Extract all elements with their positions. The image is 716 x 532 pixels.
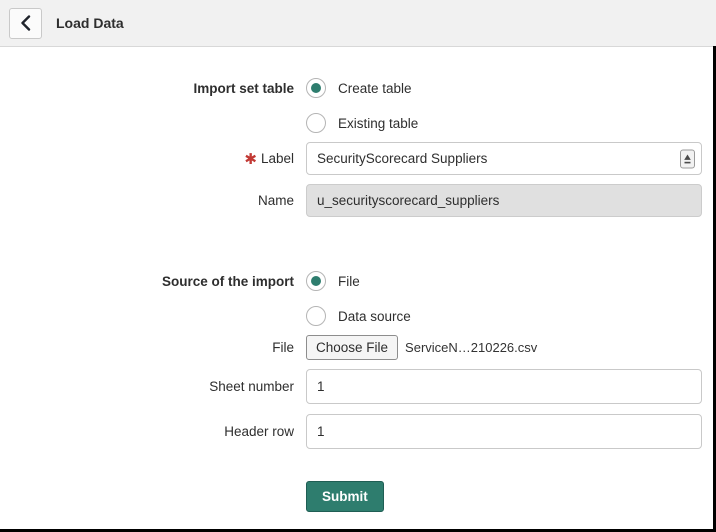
sheet-number-row: Sheet number	[0, 369, 716, 404]
required-icon: ✱	[244, 150, 257, 168]
back-button[interactable]	[9, 7, 42, 39]
label-field-row: ✱ Label	[0, 142, 716, 175]
create-table-radio-label[interactable]: Create table	[338, 81, 412, 96]
name-field-label: Name	[257, 193, 294, 208]
source-of-import-row: Source of the import File	[0, 269, 716, 293]
chevron-left-icon	[20, 15, 31, 31]
file-radio[interactable]	[306, 271, 326, 291]
radio-option-file[interactable]: File	[306, 269, 360, 293]
radio-option-existing-table[interactable]: Existing table	[306, 111, 418, 135]
existing-table-radio-label[interactable]: Existing table	[338, 116, 418, 131]
data-source-radio[interactable]	[306, 306, 326, 326]
file-field-row: File Choose File ServiceN…210226.csv	[0, 335, 716, 360]
existing-table-radio[interactable]	[306, 113, 326, 133]
sheet-number-label: Sheet number	[209, 379, 294, 394]
radio-dot	[311, 276, 321, 286]
submit-button[interactable]: Submit	[306, 481, 384, 512]
source-of-import-label: Source of the import	[161, 273, 294, 289]
header-row-input[interactable]	[306, 414, 702, 449]
label-input[interactable]	[306, 142, 702, 175]
import-set-table-row: Import set table Create table	[0, 76, 716, 100]
radio-option-create-table[interactable]: Create table	[306, 76, 412, 100]
header-row-row: Header row	[0, 414, 716, 449]
file-radio-label[interactable]: File	[338, 274, 360, 289]
chosen-file-name: ServiceN…210226.csv	[405, 340, 538, 355]
submit-row: Submit	[0, 481, 716, 512]
existing-table-row: Existing table	[0, 111, 716, 135]
sheet-number-input[interactable]	[306, 369, 702, 404]
radio-dot	[311, 83, 321, 93]
name-field-row: Name	[0, 184, 716, 217]
name-input	[306, 184, 702, 217]
header-bar: Load Data	[0, 0, 716, 47]
choose-file-button[interactable]: Choose File	[306, 335, 399, 360]
data-source-radio-label[interactable]: Data source	[338, 309, 411, 324]
create-table-radio[interactable]	[306, 78, 326, 98]
file-field-label: File	[272, 340, 294, 355]
import-set-table-label: Import set table	[193, 80, 294, 96]
label-field-label: ✱ Label	[244, 150, 294, 168]
data-source-row: Data source	[0, 304, 716, 328]
page-title: Load Data	[56, 15, 124, 31]
radio-option-data-source[interactable]: Data source	[306, 304, 411, 328]
header-row-label: Header row	[224, 424, 294, 439]
load-data-form: Import set table Create table Existing t…	[0, 76, 716, 512]
